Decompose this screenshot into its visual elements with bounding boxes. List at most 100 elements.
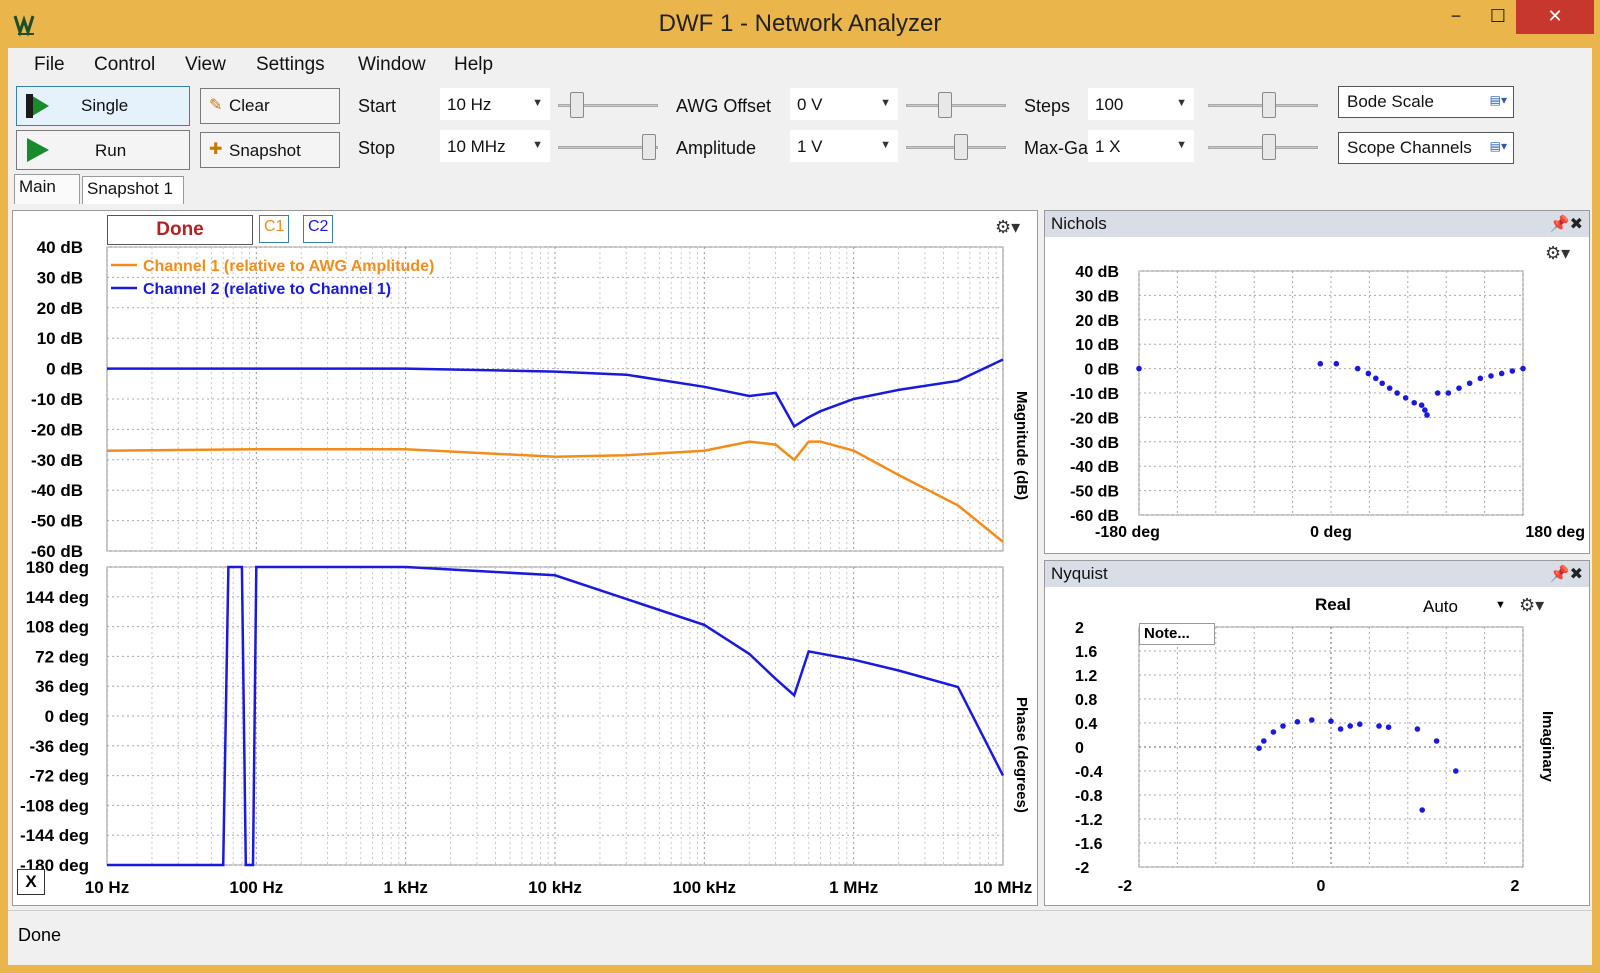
frequency-tick-label: 100 kHz [673,878,736,897]
start-label: Start [358,96,397,116]
menu-settings[interactable]: Settings [256,54,325,76]
nichols-y-tick-label: -40 dB [1070,459,1119,476]
nyquist-point [1337,726,1344,732]
nyquist-point [1328,718,1334,724]
nichols-point [1373,375,1379,382]
menu-view[interactable]: View [185,54,226,76]
phase-tick-label: 144 deg [26,588,89,607]
menu-control[interactable]: Control [94,54,155,76]
reset-zoom-button[interactable]: X [17,869,45,895]
amplitude-slider[interactable] [906,132,1006,162]
nyquist-point [1453,768,1459,774]
stop-label: Stop [358,138,396,158]
max-gain-select[interactable]: 1 X ▼ [1088,130,1194,162]
nyquist-point [1433,738,1440,744]
frequency-tick-label: 10 MHz [974,878,1033,897]
nichols-point [1411,399,1417,406]
tab-main[interactable]: Main [14,174,80,204]
nichols-x-tick-label: -180 deg [1095,524,1160,541]
snapshot-icon: ✚ [209,141,223,158]
nichols-point [1498,370,1505,377]
magnitude-axis-label: Magnitude (dB) [1013,391,1030,500]
nichols-point [1333,360,1340,367]
phase-tick-label: -108 deg [20,796,89,815]
start-slider[interactable] [558,90,658,120]
nyquist-point [1385,724,1392,730]
nyquist-y-tick-label: -1.6 [1075,836,1103,853]
close-button[interactable]: ✕ [1516,0,1594,34]
nyquist-point [1261,738,1267,744]
nichols-point [1317,360,1324,367]
nichols-y-tick-label: -60 dB [1070,508,1119,525]
single-button[interactable]: Single [16,86,190,126]
nyquist-point [1376,723,1382,729]
nyquist-y-tick-label: 0.4 [1075,716,1097,733]
nichols-point [1354,365,1361,372]
snapshot-button[interactable]: ✚ Snapshot [200,132,340,168]
stop-frequency-select[interactable]: 10 MHz ▼ [440,130,550,162]
nyquist-point [1270,729,1277,735]
menu-help[interactable]: Help [454,54,493,76]
nichols-y-tick-label: 40 dB [1075,264,1119,281]
scope-channels-label: Scope Channels [1347,138,1472,157]
nichols-point [1422,407,1428,413]
menu-file[interactable]: File [34,54,65,76]
steps-slider[interactable] [1208,90,1318,120]
chevron-down-icon: ▼ [1176,139,1187,151]
magnitude-tick-label: -30 dB [31,451,83,470]
menu-window[interactable]: Window [358,54,426,76]
nichols-point [1136,365,1142,372]
chevron-down-icon: ▼ [532,97,543,109]
frequency-tick-label: 100 Hz [229,878,283,897]
nichols-point [1418,402,1425,408]
clear-button[interactable]: ✎ Clear [200,88,340,124]
nyquist-y-tick-label: 2 [1075,620,1084,637]
amplitude-label: Amplitude [676,138,757,158]
nichols-point [1379,380,1385,387]
nichols-point [1509,368,1516,374]
nichols-x-tick-label: 0 deg [1310,524,1352,541]
nichols-plot: 40 dB 30 dB 20 dB 10 dB 0 dB -10 dB -20 dB -30 … [1070,264,1585,541]
nyquist-y-tick-label: -0.4 [1075,764,1103,781]
nyquist-panel: Nyquist 📌✖ Real Auto ▼ ⚙▾ 2 1.6 1.2 0.8 0.4 0… [1044,560,1590,906]
max-gain-slider[interactable] [1208,132,1318,162]
tab-snapshot-1[interactable]: Snapshot 1 [82,176,184,204]
title-bar: DWF 1 - Network Analyzer − ☐ ✕ [0,0,1600,48]
awg-offset-label: AWG Offset [676,96,772,116]
nyquist-point [1347,723,1353,729]
magnitude-tick-label: -40 dB [31,481,83,500]
legend-entry: Channel 1 (relative to AWG Amplitude) [143,258,434,275]
nyquist-point [1309,717,1315,723]
awg-offset-slider[interactable] [906,90,1006,120]
clear-label: Clear [229,96,270,115]
awg-offset-select[interactable]: 0 V ▼ [790,88,898,120]
note-label: Note... [1144,625,1190,642]
phase-tick-label: 72 deg [35,647,89,666]
start-frequency-select[interactable]: 10 Hz ▼ [440,88,550,120]
note-button[interactable]: Note... [1139,623,1215,645]
magnitude-tick-label: 0 dB [46,360,83,379]
nichols-point [1445,390,1452,396]
bode-scale-dropdown[interactable]: Bode Scale ▤▾ [1338,86,1514,118]
run-button[interactable]: Run [16,130,190,170]
nyquist-y-tick-label: -2 [1075,860,1089,877]
bode-plot: 40 dB 30 dB 20 dB 10 dB 0 dB -10 dB -20 dB -30 … [20,238,1033,897]
imaginary-axis-label: Imaginary [1539,711,1556,783]
dropdown-icon: ▤▾ [1489,93,1507,107]
chevron-down-icon: ▼ [532,139,543,151]
nyquist-y-tick-label: 1.6 [1075,644,1097,661]
phase-tick-label: -144 deg [20,826,89,845]
nichols-y-tick-label: -50 dB [1070,484,1119,501]
scope-channels-dropdown[interactable]: Scope Channels ▤▾ [1338,132,1514,164]
stop-slider[interactable] [558,132,658,162]
nyquist-x-tick-label: 0 [1317,878,1326,895]
menu-bar: File Control View Settings Window Help [8,48,1592,82]
amplitude-value: 1 V [797,137,823,156]
steps-select[interactable]: 100 ▼ [1088,88,1194,120]
nichols-y-tick-label: -30 dB [1070,435,1119,452]
legend-entry: Channel 2 (relative to Channel 1) [143,281,391,298]
bode-scale-label: Bode Scale [1347,92,1434,111]
nyquist-point [1256,745,1262,751]
nichols-y-tick-label: 10 dB [1075,337,1119,354]
amplitude-select[interactable]: 1 V ▼ [790,130,898,162]
